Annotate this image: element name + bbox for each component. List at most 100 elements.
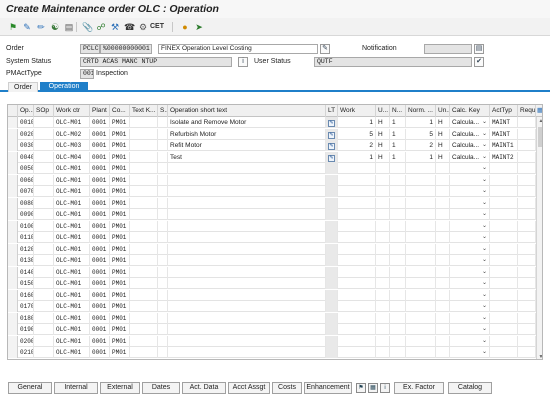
- cell-unit[interactable]: [376, 174, 390, 186]
- cell-req[interactable]: [518, 163, 536, 174]
- cell-short-text[interactable]: [168, 174, 326, 186]
- cell-norm-unit[interactable]: [436, 197, 450, 209]
- cell-calc-key[interactable]: Calcula... ⌄: [450, 151, 490, 163]
- cell-sop[interactable]: [34, 140, 54, 151]
- cell-norm[interactable]: [406, 163, 436, 174]
- cell-norm[interactable]: [406, 266, 436, 278]
- row-selector[interactable]: [8, 174, 18, 186]
- cell-work[interactable]: 1: [338, 117, 376, 128]
- chevron-down-icon[interactable]: ⌄: [482, 175, 487, 186]
- cell-text-key[interactable]: [130, 163, 158, 174]
- col-header-co[interactable]: Co...: [110, 105, 130, 117]
- cell-n[interactable]: [390, 335, 406, 347]
- cell-op[interactable]: 0070: [18, 186, 34, 197]
- table-row[interactable]: 0180 OLC-M01 0001 PM01 ⌄: [8, 312, 536, 324]
- cell-acttyp[interactable]: [490, 255, 518, 266]
- cell-calc-key[interactable]: ⌄: [450, 347, 490, 358]
- cell-lt[interactable]: [326, 197, 338, 209]
- cell-text-key[interactable]: [130, 312, 158, 324]
- row-selector[interactable]: [8, 232, 18, 243]
- cell-unit[interactable]: [376, 163, 390, 174]
- cell-op[interactable]: 0060: [18, 174, 34, 186]
- cell-norm-unit[interactable]: [436, 232, 450, 243]
- cell-unit[interactable]: [376, 220, 390, 232]
- cell-unit[interactable]: [376, 186, 390, 197]
- cell-sop[interactable]: [34, 151, 54, 163]
- cell-n[interactable]: [390, 301, 406, 312]
- cell-work-ctr[interactable]: OLC-M03: [54, 140, 90, 151]
- cell-norm[interactable]: [406, 174, 436, 186]
- cell-norm-unit[interactable]: [436, 174, 450, 186]
- cell-norm[interactable]: [406, 347, 436, 358]
- cell-op[interactable]: 0180: [18, 312, 34, 324]
- cell-req[interactable]: [518, 232, 536, 243]
- cell-text-key[interactable]: [130, 209, 158, 220]
- cell-op[interactable]: 0130: [18, 255, 34, 266]
- cell-co[interactable]: PM01: [110, 174, 130, 186]
- vertical-scrollbar[interactable]: ▲ ▼: [536, 117, 542, 359]
- cell-work-ctr[interactable]: OLC-M01: [54, 117, 90, 128]
- cell-text-key[interactable]: [130, 347, 158, 358]
- cell-n[interactable]: [390, 289, 406, 301]
- cell-acttyp[interactable]: [490, 312, 518, 324]
- currency-icon[interactable]: ●: [180, 22, 190, 32]
- cell-acttyp[interactable]: [490, 197, 518, 209]
- cell-req[interactable]: [518, 278, 536, 289]
- scroll-thumb[interactable]: [538, 127, 542, 147]
- cell-lt[interactable]: [326, 186, 338, 197]
- cell-sop[interactable]: [34, 186, 54, 197]
- table-row[interactable]: 0130 OLC-M01 0001 PM01 ⌄: [8, 255, 536, 266]
- col-header-norm[interactable]: Norm. ...: [406, 105, 436, 117]
- cell-work[interactable]: [338, 255, 376, 266]
- table-row[interactable]: 0150 OLC-M01 0001 PM01 ⌄: [8, 278, 536, 289]
- cell-short-text[interactable]: [168, 301, 326, 312]
- cell-calc-key[interactable]: ⌄: [450, 312, 490, 324]
- cell-s[interactable]: [158, 151, 168, 163]
- row-selector[interactable]: [8, 335, 18, 347]
- col-header-sop[interactable]: SOp: [34, 105, 54, 117]
- cell-short-text[interactable]: [168, 324, 326, 335]
- cell-work[interactable]: [338, 163, 376, 174]
- cell-n[interactable]: [390, 220, 406, 232]
- cell-norm-unit[interactable]: [436, 266, 450, 278]
- cell-sop[interactable]: [34, 289, 54, 301]
- chevron-down-icon[interactable]: ⌄: [482, 324, 487, 335]
- row-selector[interactable]: [8, 128, 18, 140]
- cell-plant[interactable]: 0001: [90, 301, 110, 312]
- cell-calc-key[interactable]: ⌄: [450, 278, 490, 289]
- cell-s[interactable]: [158, 324, 168, 335]
- cell-unit[interactable]: [376, 278, 390, 289]
- internal-button[interactable]: Internal: [54, 382, 98, 394]
- col-header-s[interactable]: S...: [158, 105, 168, 117]
- cell-lt[interactable]: [326, 232, 338, 243]
- cell-work-ctr[interactable]: OLC-M01: [54, 232, 90, 243]
- chevron-down-icon[interactable]: ⌄: [482, 301, 487, 312]
- cell-acttyp[interactable]: [490, 347, 518, 358]
- status-info-icon[interactable]: i: [238, 57, 248, 67]
- cell-calc-key[interactable]: ⌄: [450, 232, 490, 243]
- cell-work[interactable]: 5: [338, 128, 376, 140]
- cell-work-ctr[interactable]: OLC-M01: [54, 255, 90, 266]
- cell-lt[interactable]: [326, 289, 338, 301]
- cell-acttyp[interactable]: MAINT: [490, 117, 518, 128]
- cell-short-text[interactable]: [168, 255, 326, 266]
- flag-icon[interactable]: ⚑: [8, 22, 18, 32]
- row-selector[interactable]: [8, 140, 18, 151]
- cell-norm[interactable]: 5: [406, 128, 436, 140]
- cell-s[interactable]: [158, 243, 168, 255]
- cell-acttyp[interactable]: [490, 324, 518, 335]
- cell-co[interactable]: PM01: [110, 324, 130, 335]
- cell-plant[interactable]: 0001: [90, 255, 110, 266]
- cell-op[interactable]: 0050: [18, 163, 34, 174]
- chevron-down-icon[interactable]: ⌄: [482, 209, 487, 220]
- cell-co[interactable]: PM01: [110, 186, 130, 197]
- cell-s[interactable]: [158, 220, 168, 232]
- cell-acttyp[interactable]: [490, 335, 518, 347]
- row-selector[interactable]: [8, 220, 18, 232]
- cell-sop[interactable]: [34, 335, 54, 347]
- cell-sop[interactable]: [34, 312, 54, 324]
- chevron-down-icon[interactable]: ⌄: [482, 290, 487, 301]
- cell-op[interactable]: 0080: [18, 197, 34, 209]
- tab-operation[interactable]: Operation: [40, 82, 88, 92]
- col-header-un[interactable]: Un...: [436, 105, 450, 117]
